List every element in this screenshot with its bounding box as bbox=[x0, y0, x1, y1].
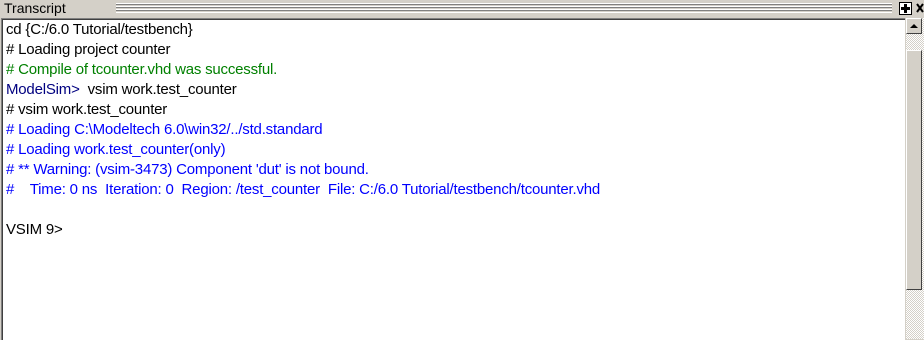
vertical-scrollbar[interactable] bbox=[906, 18, 924, 339]
transcript-line-text: # Compile of tcounter.vhd was successful… bbox=[6, 61, 278, 78]
transcript-line-text: # ** Warning: (vsim-3473) Component 'dut… bbox=[6, 161, 369, 178]
transcript-line-text: # vsim work.test_counter bbox=[6, 101, 168, 118]
transcript-line: cd {C:/6.0 Tutorial/testbench} bbox=[6, 20, 193, 40]
transcript-line: ModelSim> vsim work.test_counter bbox=[6, 80, 237, 100]
transcript-titlebar[interactable]: Transcript bbox=[0, 0, 924, 17]
transcript-line-text: VSIM 9> bbox=[6, 221, 63, 238]
arrow-up-icon bbox=[910, 24, 918, 28]
close-button[interactable] bbox=[916, 2, 924, 15]
transcript-line: # Loading project counter bbox=[6, 40, 170, 60]
scroll-thumb[interactable] bbox=[906, 50, 922, 290]
dock-button[interactable] bbox=[898, 1, 913, 16]
plus-icon bbox=[899, 2, 912, 15]
scroll-up-button[interactable] bbox=[906, 18, 922, 34]
transcript-line: # Time: 0 ns Iteration: 0 Region: /test_… bbox=[6, 180, 600, 200]
transcript-line: # Loading work.test_counter(only) bbox=[6, 140, 226, 160]
transcript-line-text: cd {C:/6.0 Tutorial/testbench} bbox=[6, 21, 193, 38]
transcript-line: # vsim work.test_counter bbox=[6, 100, 167, 120]
transcript-line: # Loading C:\Modeltech 6.0\win32/../std.… bbox=[6, 120, 323, 140]
transcript-line: VSIM 9> bbox=[6, 220, 63, 240]
transcript-line-text: # Loading project counter bbox=[6, 41, 171, 58]
transcript-line: # Compile of tcounter.vhd was successful… bbox=[6, 60, 277, 80]
transcript-line-text: # Time: 0 ns Iteration: 0 Region: /test_… bbox=[6, 181, 601, 198]
transcript-line: # ** Warning: (vsim-3473) Component 'dut… bbox=[6, 160, 369, 180]
transcript-console[interactable]: cd {C:/6.0 Tutorial/testbench} # Loading … bbox=[1, 18, 905, 340]
transcript-line-text: vsim work.test_counter bbox=[87, 81, 237, 98]
transcript-line-text: # Loading work.test_counter(only) bbox=[6, 141, 226, 158]
transcript-line-text: # Loading C:\Modeltech 6.0\win32/../std.… bbox=[6, 121, 323, 138]
close-icon bbox=[916, 2, 924, 15]
command-prompt: ModelSim> bbox=[6, 81, 80, 98]
panel-title: Transcript bbox=[4, 0, 66, 16]
drag-grip[interactable] bbox=[116, 3, 892, 13]
transcript-window: Transcript cd {C:/6.0 Tutorial/testbench… bbox=[0, 0, 924, 340]
